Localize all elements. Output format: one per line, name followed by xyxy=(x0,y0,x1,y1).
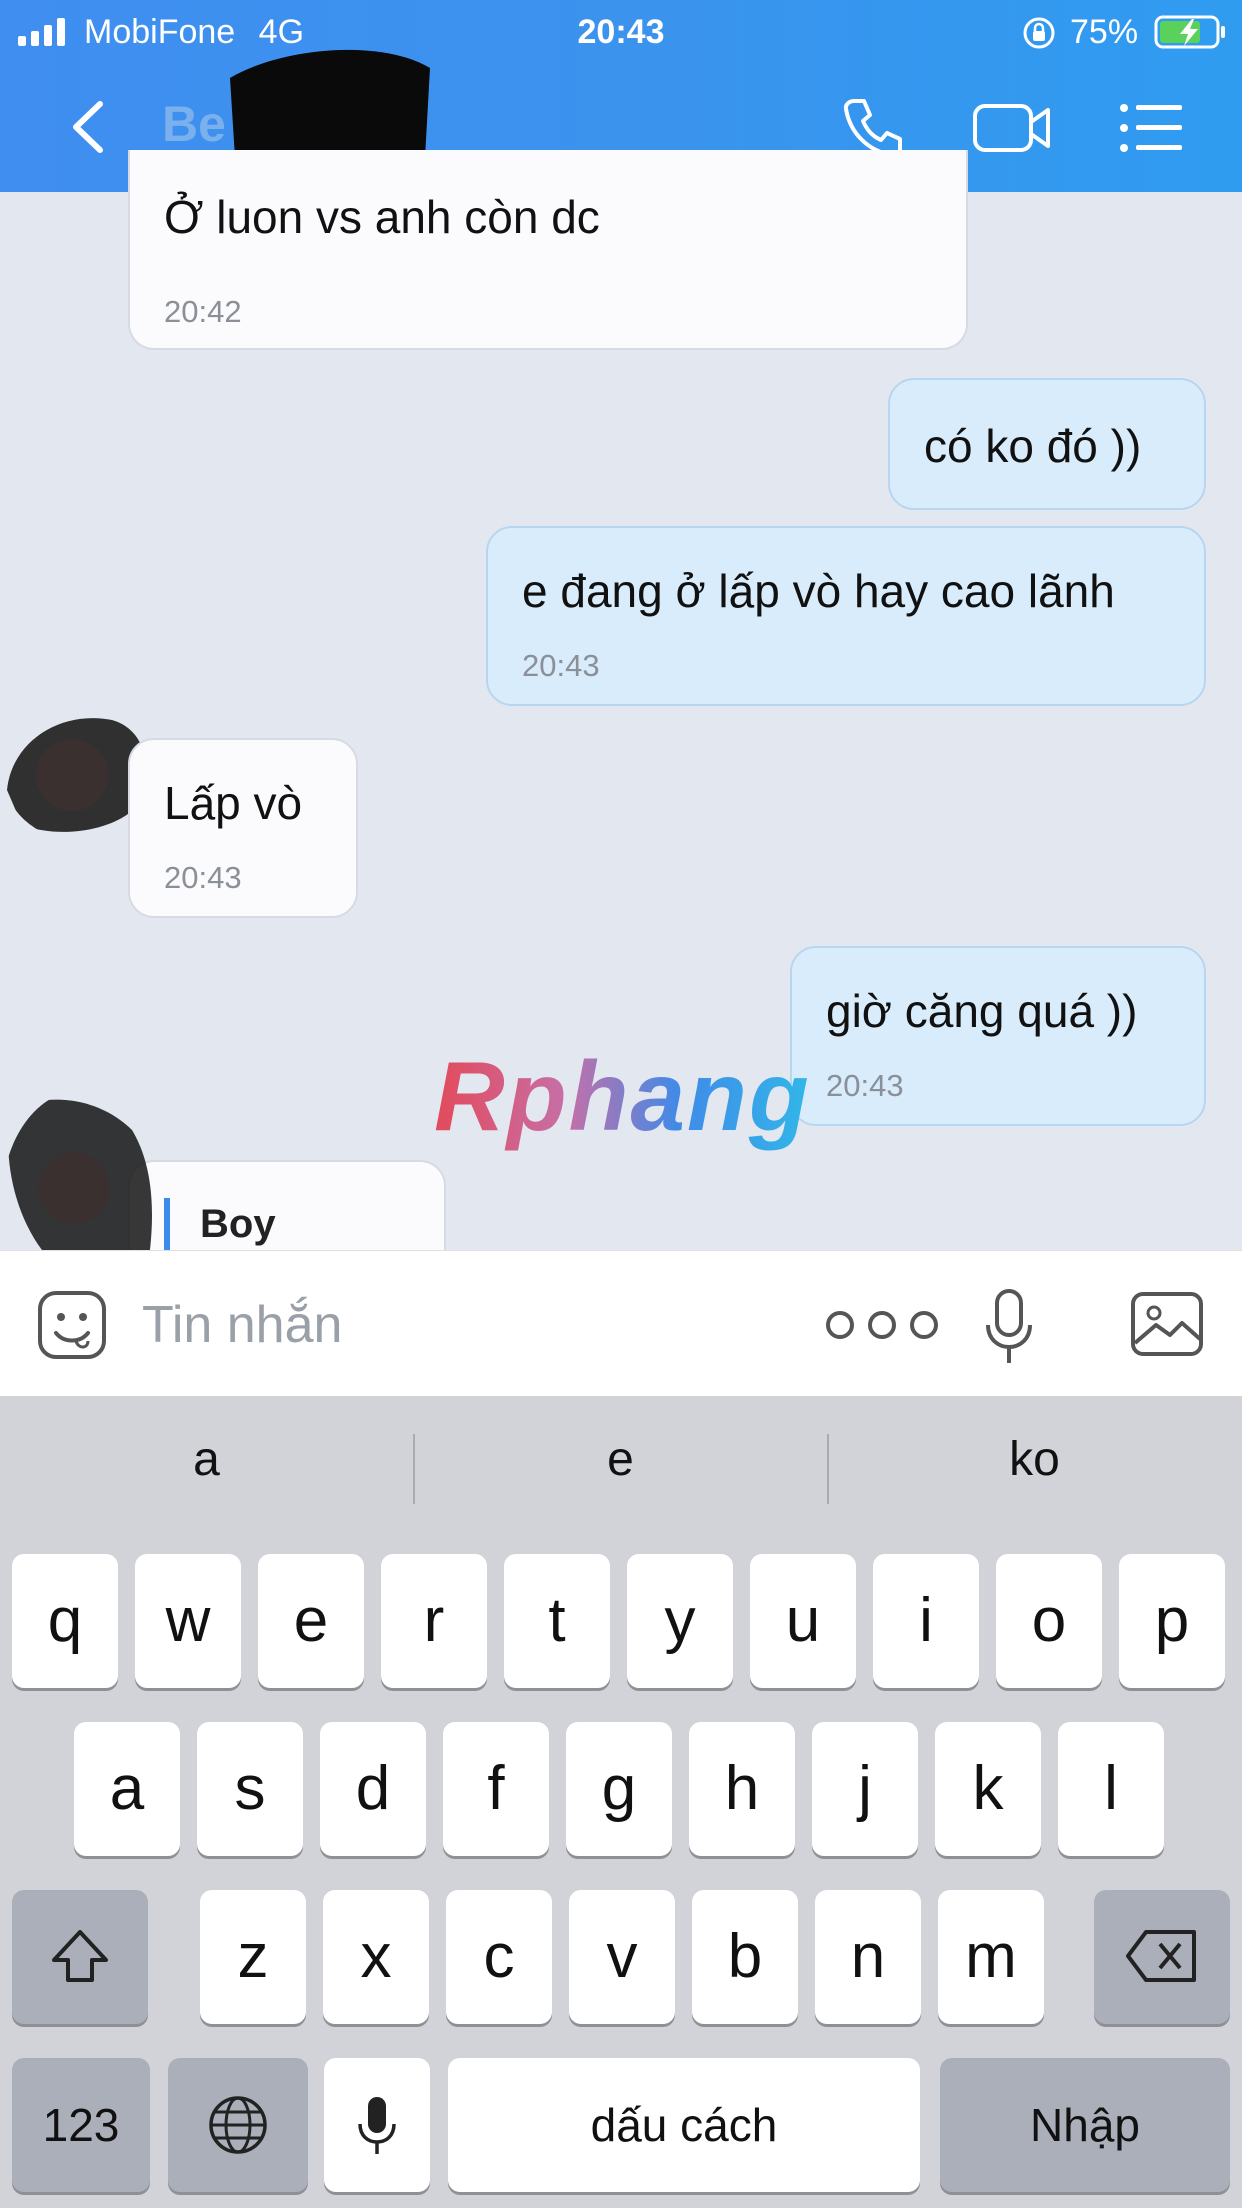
orientation-lock-icon xyxy=(1023,17,1055,49)
message-bubble-incoming[interactable]: Ở luon vs anh còn dc 20:42 xyxy=(128,150,968,350)
key-r[interactable]: r xyxy=(381,1554,487,1688)
microphone-icon[interactable] xyxy=(984,1287,1034,1367)
battery-charging-icon xyxy=(1154,15,1225,49)
dictation-key[interactable] xyxy=(324,2058,430,2192)
key-x[interactable]: x xyxy=(323,1890,429,2024)
globe-key[interactable] xyxy=(168,2058,308,2192)
more-options-icon[interactable] xyxy=(822,1307,942,1343)
key-t[interactable]: t xyxy=(504,1554,610,1688)
suggestion-item[interactable]: a xyxy=(0,1432,413,1487)
key-c[interactable]: c xyxy=(446,1890,552,2024)
suggestion-divider xyxy=(413,1434,415,1504)
key-s[interactable]: s xyxy=(197,1722,303,1856)
microphone-icon xyxy=(358,2097,396,2154)
space-key[interactable]: dấu cách xyxy=(448,2058,920,2192)
reply-author: Boy xyxy=(200,1202,276,1246)
message-time: 20:43 xyxy=(826,1068,904,1103)
key-v[interactable]: v xyxy=(569,1890,675,2024)
message-bubble-outgoing[interactable]: e đang ở lấp vò hay cao lãnh 20:43 xyxy=(486,526,1206,706)
message-text: Ở luon vs anh còn dc xyxy=(164,191,600,243)
suggestion-item[interactable]: ko xyxy=(828,1432,1241,1487)
return-key[interactable]: Nhập xyxy=(940,2058,1230,2192)
key-j[interactable]: j xyxy=(812,1722,918,1856)
shift-key[interactable] xyxy=(12,1890,148,2024)
globe-icon xyxy=(209,2096,267,2154)
key-z[interactable]: z xyxy=(200,1890,306,2024)
key-k[interactable]: k xyxy=(935,1722,1041,1856)
watermark-logo: Rphang xyxy=(434,1041,811,1151)
reply-quote-bar xyxy=(164,1198,170,1252)
contact-name[interactable]: Be xyxy=(162,95,226,153)
key-q[interactable]: q xyxy=(12,1554,118,1688)
key-y[interactable]: y xyxy=(627,1554,733,1688)
key-b[interactable]: b xyxy=(692,1890,798,2024)
numbers-key[interactable]: 123 xyxy=(12,2058,150,2192)
key-a[interactable]: a xyxy=(74,1722,180,1856)
back-icon[interactable] xyxy=(60,92,120,162)
menu-icon[interactable] xyxy=(1118,100,1184,156)
message-bubble-outgoing[interactable]: có ko đó )) xyxy=(888,378,1206,510)
key-d[interactable]: d xyxy=(320,1722,426,1856)
key-f[interactable]: f xyxy=(443,1722,549,1856)
key-i[interactable]: i xyxy=(873,1554,979,1688)
key-n[interactable]: n xyxy=(815,1890,921,2024)
message-time: 20:43 xyxy=(164,860,242,895)
message-time: 20:43 xyxy=(522,648,600,683)
backspace-icon xyxy=(1126,1930,1196,1982)
message-bubble-incoming[interactable]: Lấp vò 20:43 xyxy=(128,738,358,918)
image-icon[interactable] xyxy=(1130,1291,1204,1357)
key-o[interactable]: o xyxy=(996,1554,1102,1688)
sticker-icon[interactable] xyxy=(36,1289,108,1361)
keyboard: a e ko q w e r t y u i o p a s d f g h j k l z x c v b n m 123 dấu cá… xyxy=(0,1396,1242,2208)
message-bubble-outgoing[interactable]: giờ căng quá )) 20:43 xyxy=(790,946,1206,1126)
key-u[interactable]: u xyxy=(750,1554,856,1688)
shift-icon xyxy=(52,1930,108,1982)
key-l[interactable]: l xyxy=(1058,1722,1164,1856)
message-text: Lấp vò xyxy=(164,777,303,829)
key-e[interactable]: e xyxy=(258,1554,364,1688)
message-composer xyxy=(0,1250,1242,1396)
suggestion-item[interactable]: e xyxy=(414,1432,827,1487)
message-time: 20:42 xyxy=(164,294,242,329)
backspace-key[interactable] xyxy=(1094,1890,1230,2024)
message-text: có ko đó )) xyxy=(924,420,1142,472)
message-text: e đang ở lấp vò hay cao lãnh xyxy=(522,565,1115,617)
message-input[interactable] xyxy=(142,1285,762,1365)
battery-percentage: 75% xyxy=(1070,13,1139,51)
key-h[interactable]: h xyxy=(689,1722,795,1856)
video-call-icon[interactable] xyxy=(972,100,1052,156)
key-g[interactable]: g xyxy=(566,1722,672,1856)
key-w[interactable]: w xyxy=(135,1554,241,1688)
key-p[interactable]: p xyxy=(1119,1554,1225,1688)
key-m[interactable]: m xyxy=(938,1890,1044,2024)
message-text: giờ căng quá )) xyxy=(826,985,1138,1037)
suggestion-divider xyxy=(827,1434,829,1504)
